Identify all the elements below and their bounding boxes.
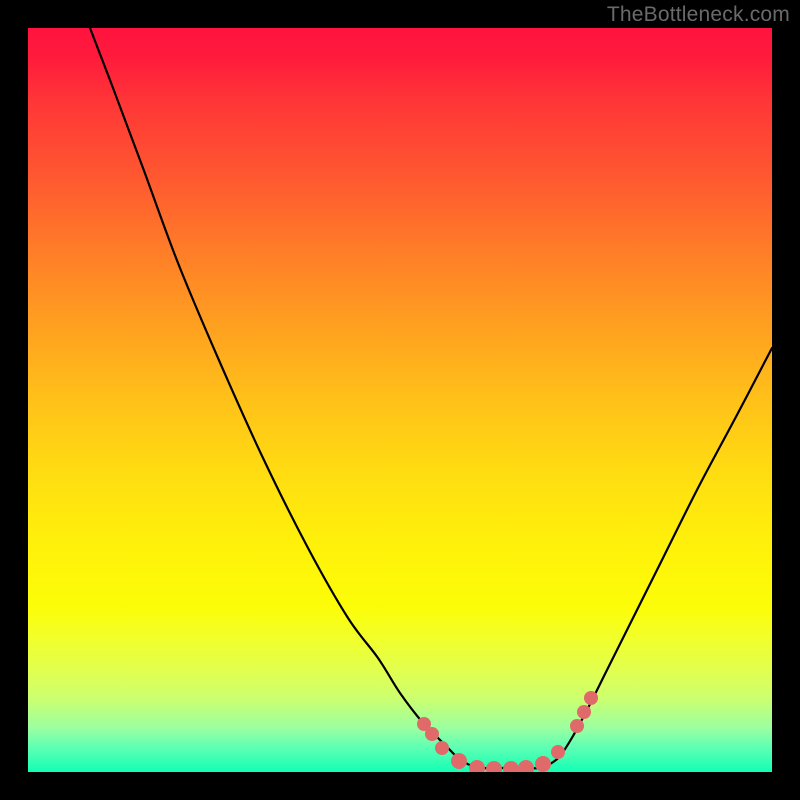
data-marker [570,719,584,733]
chart-frame: TheBottleneck.com [0,0,800,800]
data-marker [435,741,449,755]
data-marker [486,761,502,772]
data-marker [518,760,534,772]
curve-layer [28,28,772,772]
bottleneck-curve [90,28,772,768]
data-marker [451,753,467,769]
data-marker [469,760,485,772]
data-marker [551,745,565,759]
data-marker [535,756,551,772]
watermark-text: TheBottleneck.com [607,4,790,25]
data-marker [503,761,519,772]
plot-area [28,28,772,772]
data-marker [425,727,439,741]
marker-group [417,691,598,772]
data-marker [577,705,591,719]
data-marker [584,691,598,705]
